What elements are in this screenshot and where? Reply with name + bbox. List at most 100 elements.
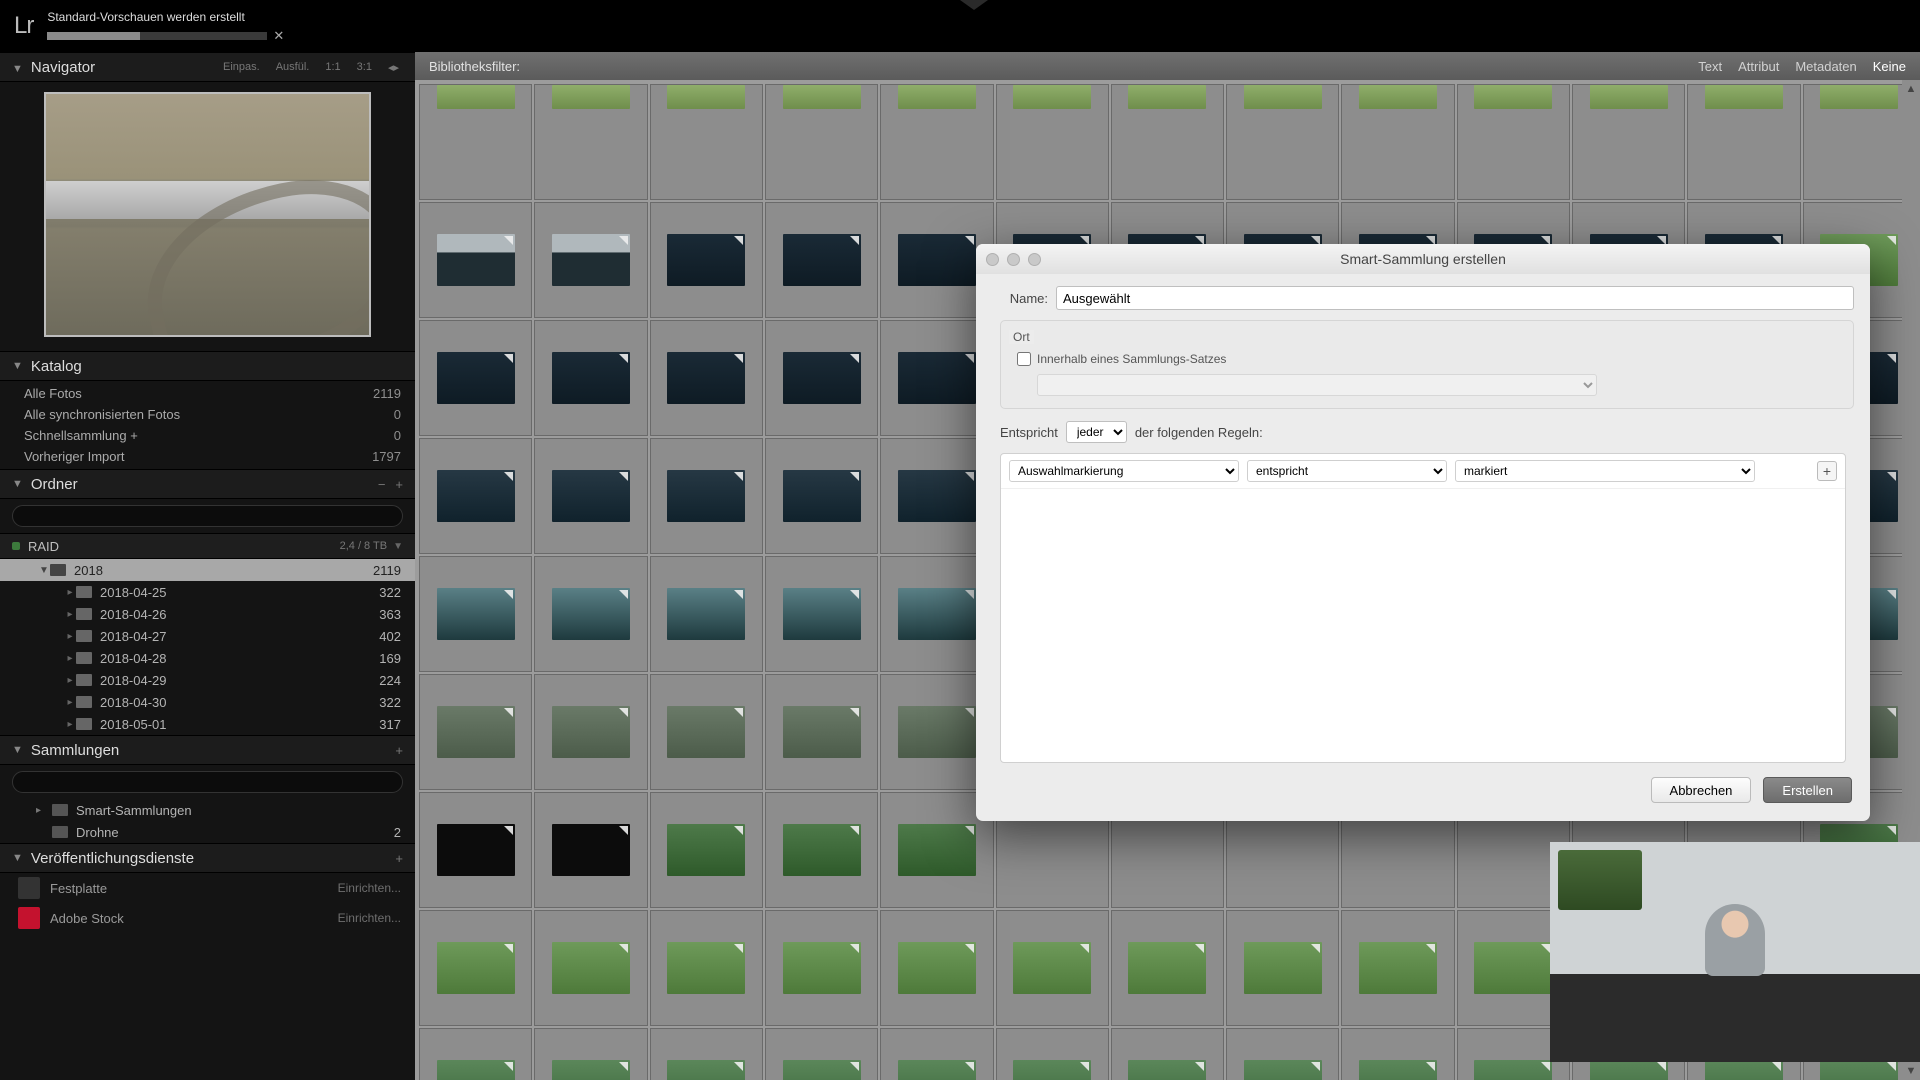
folders-search-input[interactable] bbox=[12, 505, 403, 527]
thumbnail[interactable] bbox=[898, 470, 976, 522]
thumbnail[interactable] bbox=[667, 706, 745, 758]
grid-cell[interactable] bbox=[1111, 84, 1224, 200]
folder-row[interactable]: ▼ 2018 2119 bbox=[0, 559, 415, 581]
progress-cancel-icon[interactable]: ✕ bbox=[273, 28, 284, 44]
inside-set-checkbox[interactable]: Innerhalb eines Sammlungs-Satzes bbox=[1017, 352, 1843, 366]
publish-header[interactable]: ▼Veröffentlichungsdienste + bbox=[0, 843, 415, 873]
thumbnail[interactable] bbox=[1244, 1060, 1322, 1080]
thumbnail[interactable] bbox=[1474, 85, 1552, 109]
thumbnail[interactable] bbox=[552, 588, 630, 640]
thumbnail[interactable] bbox=[1820, 85, 1898, 109]
thumbnail[interactable] bbox=[552, 352, 630, 404]
grid-cell[interactable] bbox=[1341, 910, 1454, 1026]
publish-service[interactable]: Adobe StockEinrichten... bbox=[0, 903, 415, 933]
thumbnail[interactable] bbox=[667, 942, 745, 994]
filter-tab[interactable]: Metadaten bbox=[1795, 59, 1856, 74]
grid-cell[interactable] bbox=[1226, 84, 1339, 200]
thumbnail[interactable] bbox=[437, 470, 515, 522]
thumbnail[interactable] bbox=[1474, 1060, 1552, 1080]
grid-cell[interactable] bbox=[1341, 84, 1454, 200]
grid-cell[interactable] bbox=[419, 320, 532, 436]
grid-cell[interactable] bbox=[1687, 84, 1800, 200]
grid-cell[interactable] bbox=[765, 792, 878, 908]
thumbnail[interactable] bbox=[898, 1060, 976, 1080]
grid-cell[interactable] bbox=[650, 320, 763, 436]
thumbnail[interactable] bbox=[898, 706, 976, 758]
catalog-item[interactable]: Vorheriger Import1797 bbox=[0, 446, 415, 467]
grid-cell[interactable] bbox=[765, 910, 878, 1026]
thumbnail[interactable] bbox=[1244, 85, 1322, 109]
thumbnail[interactable] bbox=[1013, 942, 1091, 994]
grid-cell[interactable] bbox=[419, 84, 532, 200]
scroll-down-icon[interactable]: ▼ bbox=[1902, 1062, 1920, 1080]
thumbnail[interactable] bbox=[783, 352, 861, 404]
grid-cell[interactable] bbox=[534, 792, 647, 908]
thumbnail[interactable] bbox=[552, 942, 630, 994]
volume-row[interactable]: RAID 2,4 / 8 TB ▼ bbox=[0, 533, 415, 559]
thumbnail[interactable] bbox=[783, 942, 861, 994]
thumbnail[interactable] bbox=[1359, 85, 1437, 109]
thumbnail[interactable] bbox=[1590, 1060, 1668, 1080]
thumbnail[interactable] bbox=[1128, 1060, 1206, 1080]
grid-cell[interactable] bbox=[1341, 1028, 1454, 1080]
grid-cell[interactable] bbox=[1457, 84, 1570, 200]
thumbnail[interactable] bbox=[898, 85, 976, 109]
grid-cell[interactable] bbox=[419, 556, 532, 672]
thumbnail[interactable] bbox=[783, 85, 861, 109]
thumbnail[interactable] bbox=[783, 1060, 861, 1080]
thumbnail[interactable] bbox=[437, 706, 515, 758]
thumbnail[interactable] bbox=[437, 1060, 515, 1080]
collections-search-input[interactable] bbox=[12, 771, 403, 793]
thumbnail[interactable] bbox=[783, 234, 861, 286]
thumbnail[interactable] bbox=[667, 85, 745, 109]
grid-cell[interactable] bbox=[1111, 1028, 1224, 1080]
grid-cell[interactable] bbox=[880, 910, 993, 1026]
grid-cell[interactable] bbox=[534, 438, 647, 554]
grid-cell[interactable] bbox=[765, 1028, 878, 1080]
collection-set-select[interactable] bbox=[1037, 374, 1597, 396]
navigator-zoom-options[interactable]: Einpas.Ausfül.1:13:1◂▸ bbox=[219, 59, 403, 76]
grid-cell[interactable] bbox=[650, 556, 763, 672]
navigator-preview[interactable] bbox=[44, 92, 371, 337]
folder-row[interactable]: ▸2018-05-01317 bbox=[0, 713, 415, 735]
panel-notch-icon[interactable] bbox=[960, 0, 988, 10]
thumbnail[interactable] bbox=[437, 942, 515, 994]
thumbnail[interactable] bbox=[783, 824, 861, 876]
folder-row[interactable]: ▸2018-04-28169 bbox=[0, 647, 415, 669]
grid-cell[interactable] bbox=[765, 320, 878, 436]
navigator-header[interactable]: ▼Navigator Einpas.Ausfül.1:13:1◂▸ bbox=[0, 52, 415, 82]
collections-plus-icon[interactable]: + bbox=[395, 743, 403, 758]
folders-header[interactable]: ▼Ordner −+ bbox=[0, 469, 415, 499]
thumbnail[interactable] bbox=[437, 85, 515, 109]
match-select[interactable]: jeder bbox=[1066, 421, 1127, 443]
thumbnail[interactable] bbox=[1820, 1060, 1898, 1080]
grid-cell[interactable] bbox=[996, 910, 1109, 1026]
name-input[interactable] bbox=[1056, 286, 1854, 310]
grid-cell[interactable] bbox=[534, 202, 647, 318]
grid-cell[interactable] bbox=[650, 202, 763, 318]
thumbnail[interactable] bbox=[667, 1060, 745, 1080]
thumbnail[interactable] bbox=[437, 824, 515, 876]
grid-cell[interactable] bbox=[534, 1028, 647, 1080]
add-rule-button[interactable]: + bbox=[1817, 461, 1837, 481]
thumbnail[interactable] bbox=[1128, 942, 1206, 994]
thumbnail[interactable] bbox=[783, 706, 861, 758]
grid-cell[interactable] bbox=[765, 556, 878, 672]
thumbnail[interactable] bbox=[552, 706, 630, 758]
thumbnail[interactable] bbox=[1128, 85, 1206, 109]
volume-menu-icon[interactable]: ▼ bbox=[393, 541, 403, 552]
thumbnail[interactable] bbox=[552, 1060, 630, 1080]
grid-cell[interactable] bbox=[419, 792, 532, 908]
rule-field-select[interactable]: Auswahlmarkierung bbox=[1009, 460, 1239, 482]
catalog-item[interactable]: Schnellsammlung +0 bbox=[0, 425, 415, 446]
thumbnail[interactable] bbox=[437, 588, 515, 640]
thumbnail[interactable] bbox=[898, 942, 976, 994]
folder-row[interactable]: ▸2018-04-30322 bbox=[0, 691, 415, 713]
grid-cell[interactable] bbox=[419, 910, 532, 1026]
grid-cell[interactable] bbox=[534, 910, 647, 1026]
grid-cell[interactable] bbox=[534, 674, 647, 790]
thumbnail[interactable] bbox=[1359, 1060, 1437, 1080]
thumbnail[interactable] bbox=[552, 824, 630, 876]
grid-cell[interactable] bbox=[534, 556, 647, 672]
folder-row[interactable]: ▸2018-04-25322 bbox=[0, 581, 415, 603]
